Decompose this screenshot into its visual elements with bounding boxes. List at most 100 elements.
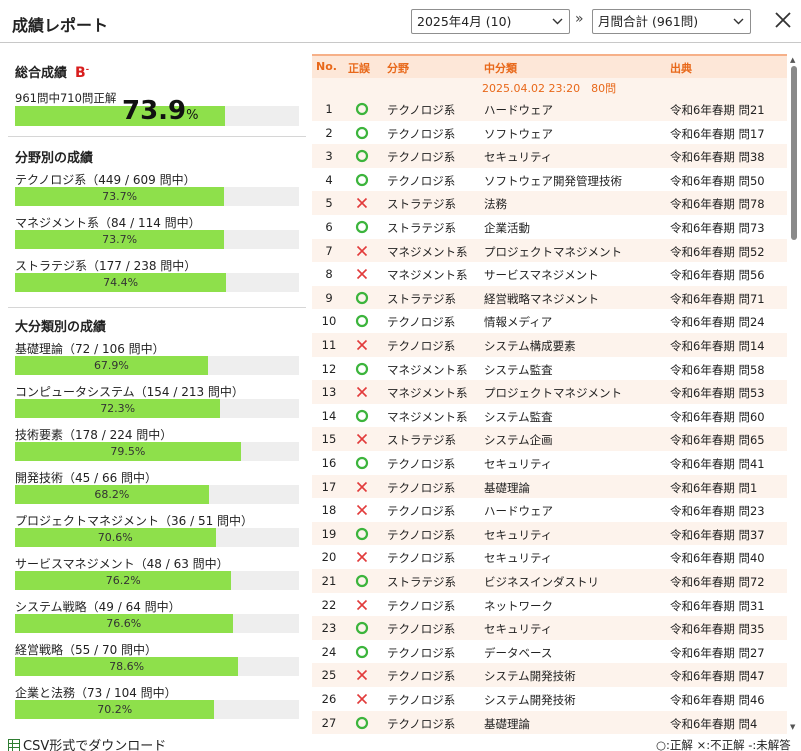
table-row[interactable]: 11 テクノロジ系 システム構成要素 令和6年春期 問14: [312, 333, 787, 357]
table-row[interactable]: 15 ストラテジ系 システム企画 令和6年春期 問65: [312, 427, 787, 451]
table-row[interactable]: 10 テクノロジ系 情報メディア 令和6年春期 問24: [312, 309, 787, 333]
category-score-bar: 70.2%: [15, 700, 299, 719]
row-subcategory: セキュリティ: [484, 457, 553, 471]
row-source: 令和6年春期 問65: [670, 433, 765, 448]
row-number: 9: [325, 290, 333, 305]
row-field: ストラテジ系: [387, 197, 456, 212]
field-score-label: ストラテジ系（177 / 238 問中）: [15, 259, 197, 273]
correct-circle-icon: [354, 715, 370, 731]
row-field: ストラテジ系: [387, 291, 456, 306]
table-row[interactable]: 25 テクノロジ系 システム開発技術 令和6年春期 問47: [312, 663, 787, 687]
row-field: テクノロジ系: [387, 504, 456, 519]
row-number: 23: [321, 621, 337, 636]
aggregate-select[interactable]: 月間合計 (961問): [592, 9, 751, 34]
month-select[interactable]: 2025年4月 (10): [411, 9, 570, 34]
row-subcategory: 企業活動: [484, 221, 530, 235]
category-score-bar: 78.6%: [15, 657, 299, 676]
row-number: 3: [325, 149, 333, 164]
table-row[interactable]: 3 テクノロジ系 セキュリティ 令和6年春期 問38: [312, 144, 787, 168]
table-row[interactable]: 20 テクノロジ系 セキュリティ 令和6年春期 問40: [312, 545, 787, 569]
row-field: マネジメント系: [387, 244, 468, 259]
table-row[interactable]: 2 テクノロジ系 ソフトウェア 令和6年春期 問17: [312, 121, 787, 145]
header-no: No.: [316, 60, 337, 73]
scroll-down-icon[interactable]: ▼: [790, 723, 795, 731]
table-row[interactable]: 27 テクノロジ系 基礎理論 令和6年春期 問4: [312, 710, 787, 734]
summary-subtitle: 961問中710問正解: [15, 91, 117, 105]
row-subcategory: セキュリティ: [484, 150, 553, 165]
table-row[interactable]: 12 マネジメント系 システム監査 令和6年春期 問58: [312, 357, 787, 381]
table-row[interactable]: 9 ストラテジ系 経営戦略マネジメント 令和6年春期 問71: [312, 285, 787, 310]
table-row[interactable]: 13 マネジメント系 プロジェクトマネジメント 令和6年春期 問53: [312, 380, 787, 404]
row-number: 25: [321, 668, 337, 683]
row-source: 令和6年春期 問52: [670, 244, 765, 259]
row-subcategory: システム監査: [484, 409, 553, 424]
report-header: 成績レポート 2025年4月 (10) » 月間合計 (961問): [0, 0, 801, 43]
incorrect-cross-icon: [354, 384, 370, 400]
category-score-percent: 78.6%: [109, 660, 145, 673]
incorrect-cross-icon: [354, 195, 370, 211]
session-row: 2025.04.02 23:20 80問: [312, 78, 787, 97]
category-score-bar: 70.6%: [15, 528, 299, 547]
category-score-label: 基礎理論（72 / 106 問中）: [15, 342, 165, 356]
category-score-percent: 72.3%: [100, 402, 136, 415]
row-subcategory: システム構成要素: [484, 339, 576, 353]
row-number: 22: [321, 597, 337, 612]
row-source: 令和6年春期 問14: [670, 339, 765, 353]
table-row[interactable]: 1 テクノロジ系 ハードウェア 令和6年春期 問21: [312, 97, 787, 121]
row-subcategory: 基礎理論: [484, 480, 530, 495]
table-row[interactable]: 19 テクノロジ系 セキュリティ 令和6年春期 問37: [312, 521, 787, 546]
incorrect-cross-icon: [354, 266, 370, 282]
row-number: 5: [325, 196, 333, 211]
category-score-label: プロジェクトマネジメント（36 / 51 問中）: [15, 514, 254, 528]
table-row[interactable]: 5 ストラテジ系 法務 令和6年春期 問78: [312, 191, 787, 215]
correct-circle-icon: [354, 408, 370, 424]
row-field: テクノロジ系: [387, 716, 456, 731]
row-field: テクノロジ系: [387, 126, 456, 141]
field-score-bar: 73.7%: [15, 230, 299, 249]
table-row[interactable]: 4 テクノロジ系 ソフトウェア開発管理技術 令和6年春期 問50: [312, 168, 787, 192]
category-score-label: 経営戦略（55 / 70 問中）: [15, 643, 158, 657]
header-field: 分野: [387, 62, 409, 75]
row-source: 令和6年春期 問71: [670, 291, 765, 306]
row-field: ストラテジ系: [387, 221, 456, 235]
category-score-percent: 79.5%: [110, 445, 146, 458]
table-header: No. 正誤 分野 中分類 出典: [312, 54, 787, 78]
row-number: 27: [321, 715, 337, 730]
table-row[interactable]: 17 テクノロジ系 基礎理論 令和6年春期 問1: [312, 474, 787, 499]
csv-download-link[interactable]: CSV形式でダウンロード: [8, 735, 166, 751]
category-score-percent: 70.6%: [97, 531, 133, 544]
table-row[interactable]: 16 テクノロジ系 セキュリティ 令和6年春期 問41: [312, 451, 787, 475]
correct-circle-icon: [354, 290, 370, 306]
incorrect-cross-icon: [354, 667, 370, 683]
report-title: 成績レポート: [12, 16, 109, 35]
scrollbar-thumb[interactable]: [791, 66, 797, 240]
row-field: テクノロジ系: [387, 693, 456, 707]
incorrect-cross-icon: [354, 597, 370, 613]
row-source: 令和6年春期 問73: [670, 221, 765, 235]
row-source: 令和6年春期 問24: [670, 315, 765, 330]
table-row[interactable]: 22 テクノロジ系 ネットワーク 令和6年春期 問31: [312, 593, 787, 617]
row-field: テクノロジ系: [387, 645, 456, 660]
category-score-label: システム戦略（49 / 64 問中）: [15, 600, 181, 614]
row-field: テクノロジ系: [387, 103, 456, 117]
table-row[interactable]: 14 マネジメント系 システム監査 令和6年春期 問60: [312, 404, 787, 428]
table-row[interactable]: 6 ストラテジ系 企業活動 令和6年春期 問73: [312, 215, 787, 239]
row-source: 令和6年春期 問21: [670, 103, 765, 117]
table-row[interactable]: 23 テクノロジ系 セキュリティ 令和6年春期 問35: [312, 616, 787, 640]
close-icon[interactable]: [772, 9, 794, 31]
table-row[interactable]: 7 マネジメント系 プロジェクトマネジメント 令和6年春期 問52: [312, 238, 787, 263]
correct-circle-icon: [354, 526, 370, 542]
table-row[interactable]: 8 マネジメント系 サービスマネジメント 令和6年春期 問56: [312, 262, 787, 286]
scroll-up-icon[interactable]: ▲: [790, 56, 795, 64]
incorrect-cross-icon: [354, 243, 370, 259]
row-source: 令和6年春期 問27: [670, 645, 765, 660]
table-row[interactable]: 21 ストラテジ系 ビジネスインダストリ 令和6年春期 問72: [312, 569, 787, 593]
table-row[interactable]: 24 テクノロジ系 データベース 令和6年春期 問27: [312, 640, 787, 664]
table-row[interactable]: 26 テクノロジ系 システム開発技術 令和6年春期 問46: [312, 687, 787, 711]
fields-title: 分野別の成績: [15, 151, 94, 166]
row-field: ストラテジ系: [387, 433, 456, 448]
table-row[interactable]: 18 テクノロジ系 ハードウェア 令和6年春期 問23: [312, 498, 787, 522]
correct-circle-icon: [354, 101, 370, 117]
category-score-label: 企業と法務（73 / 104 問中）: [15, 686, 177, 700]
row-field: テクノロジ系: [387, 527, 456, 542]
